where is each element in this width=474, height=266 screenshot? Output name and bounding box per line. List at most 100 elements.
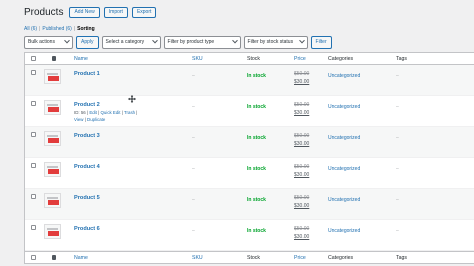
category-link[interactable]: Uncategorized [328,166,360,172]
category-select[interactable]: Select a category [101,35,161,49]
regular-price: $50.00 [294,102,310,108]
column-sku[interactable]: SKU [192,53,203,64]
filter-button[interactable]: Filter [310,35,332,49]
category-link[interactable]: Uncategorized [328,228,360,234]
sale-price: $30.00 [294,203,310,209]
stock-status-select[interactable]: Filter by stock status [243,35,308,49]
product-type-value: Filter by product type [167,39,215,45]
product-thumbnail[interactable] [44,100,61,115]
regular-price: $50.00 [294,133,310,139]
product-name-link[interactable]: Product 4 [74,164,100,170]
bulk-actions-select[interactable]: Bulk actions [24,35,73,49]
sale-price: $30.00 [294,172,310,178]
tags-value: – [396,73,399,79]
category-link[interactable]: Uncategorized [328,197,360,203]
tags-value: – [396,197,399,203]
column-categories: Categories [328,55,354,62]
row-checkbox[interactable] [31,194,36,199]
table-footer: Name SKU Stock Price Categories Tags [25,251,474,263]
chevron-down-icon [298,37,305,44]
sku-value: – [192,104,195,110]
category-link[interactable]: Uncategorized [328,104,360,110]
price-cell: $50.00 $30.00 [294,101,309,117]
view-separator: | [39,26,41,32]
select-all-checkbox[interactable] [31,255,36,260]
products-table: Name SKU Stock Price Categories Tags Pro… [24,52,474,264]
select-all-cell [31,252,36,263]
category-link[interactable]: Uncategorized [328,73,360,79]
select-all-checkbox[interactable] [31,56,36,61]
column-tags: Tags [396,55,407,62]
sale-price: $30.00 [294,110,310,116]
trash-link[interactable]: Trash [124,110,135,115]
regular-price: $50.00 [294,164,310,170]
stock-status: In stock [247,228,266,234]
sku-value: – [192,166,195,172]
price-cell: $50.00 $30.00 [294,194,309,210]
stock-status: In stock [247,73,266,79]
product-name-link[interactable]: Product 2 [74,102,100,108]
image-column-header [52,252,56,263]
page-title: Products [24,6,64,18]
view-link[interactable]: View [74,117,83,122]
chevron-down-icon [64,37,70,44]
column-price[interactable]: Price [294,252,306,263]
stock-status: In stock [247,104,266,110]
table-row: Product 6 – In stock $50.00 $30.00 Uncat… [25,220,474,251]
table-body: Product 1 – In stock $50.00 $30.00 Uncat… [25,65,474,251]
apply-button[interactable]: Apply [76,35,99,49]
quick-edit-link[interactable]: Quick Edit [100,110,120,115]
product-name-link[interactable]: Product 6 [74,226,100,232]
edit-link[interactable]: Edit [89,110,97,115]
column-sku[interactable]: SKU [192,252,203,263]
sale-price: $30.00 [294,79,310,85]
product-thumbnail[interactable] [44,131,61,146]
column-categories: Categories [328,254,354,261]
tags-value: – [396,104,399,110]
sale-price: $30.00 [294,141,310,147]
import-button[interactable]: Import [103,6,128,18]
row-checkbox[interactable] [31,132,36,137]
image-icon [52,255,56,260]
price-cell: $50.00 $30.00 [294,132,309,148]
regular-price: $50.00 [294,71,310,77]
add-new-button[interactable]: Add New [69,6,100,18]
move-cursor-icon [128,95,136,103]
sku-value: – [192,73,195,79]
tags-value: – [396,228,399,234]
product-name-link[interactable]: Product 3 [74,133,100,139]
product-type-select[interactable]: Filter by product type [163,35,241,49]
chevron-down-icon [231,37,238,44]
stock-status-value: Filter by stock status [247,39,294,45]
column-name[interactable]: Name [74,53,88,64]
stock-status: In stock [247,135,266,141]
product-name-link[interactable]: Product 1 [74,71,100,77]
row-checkbox[interactable] [31,101,36,106]
row-checkbox[interactable] [31,163,36,168]
duplicate-link[interactable]: Duplicate [87,117,105,122]
regular-price: $50.00 [294,195,310,201]
export-button[interactable]: Export [131,6,157,18]
image-icon [52,56,56,61]
view-all-link[interactable]: All (6) [24,26,37,32]
view-sorting-link[interactable]: Sorting [77,26,95,32]
product-name-link[interactable]: Product 5 [74,195,100,201]
chevron-down-icon [151,37,158,44]
column-name[interactable]: Name [74,252,88,263]
row-actions: ID: 56 | Edit | Quick Edit | Trash | Vie… [74,110,138,122]
view-published-link[interactable]: Published (6) [42,26,71,32]
tags-value: – [396,166,399,172]
row-checkbox[interactable] [31,70,36,75]
regular-price: $50.00 [294,226,310,232]
column-price[interactable]: Price [294,53,306,64]
category-link[interactable]: Uncategorized [328,135,360,141]
product-thumbnail[interactable] [44,224,61,239]
sku-value: – [192,228,195,234]
column-stock: Stock [247,55,260,62]
product-thumbnail[interactable] [44,193,61,208]
view-filters: All (6) | Published (6) | Sorting [24,26,95,32]
row-checkbox[interactable] [31,225,36,230]
table-row: Product 4 – In stock $50.00 $30.00 Uncat… [25,158,474,189]
product-thumbnail[interactable] [44,162,61,177]
product-thumbnail[interactable] [44,69,61,84]
